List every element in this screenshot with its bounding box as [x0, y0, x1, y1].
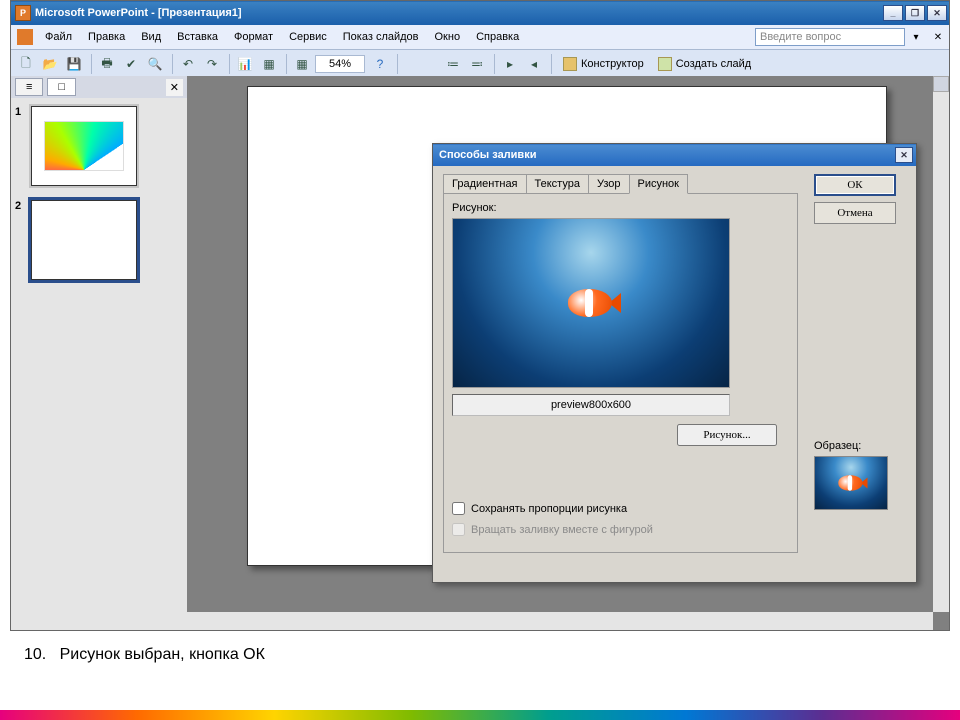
keep-aspect-label: Сохранять пропорции рисунка: [471, 503, 627, 515]
undo-icon[interactable]: ↶: [177, 53, 199, 75]
ok-button[interactable]: ОК: [814, 174, 896, 196]
rotate-with-shape-label: Вращать заливку вместе с фигурой: [471, 524, 653, 536]
slide-thumbnail[interactable]: 2: [19, 200, 179, 280]
help-question-box[interactable]: Введите вопрос: [755, 28, 905, 46]
caption-number: 10.: [24, 646, 46, 663]
slide-number: 1: [15, 106, 27, 118]
increase-indent-icon[interactable]: ▸: [499, 53, 521, 75]
window-close-button[interactable]: ✕: [927, 5, 947, 21]
slide-thumbnail[interactable]: 1: [19, 106, 179, 186]
tab-pattern[interactable]: Узор: [588, 174, 630, 194]
menu-edit[interactable]: Правка: [80, 28, 133, 46]
print-icon[interactable]: 🖶: [96, 53, 118, 75]
fill-effects-dialog: Способы заливки ✕ Градиентная Текстура У…: [432, 143, 917, 583]
designer-button[interactable]: Конструктор: [556, 53, 651, 75]
grid-icon[interactable]: ▦: [291, 53, 313, 75]
dialog-title-bar[interactable]: Способы заливки ✕: [433, 144, 916, 166]
menu-slideshow[interactable]: Показ слайдов: [335, 28, 427, 46]
menu-tools[interactable]: Сервис: [281, 28, 335, 46]
bullets-icon[interactable]: ≔: [442, 53, 464, 75]
research-icon[interactable]: 🔍: [144, 53, 166, 75]
doc-name: [Презентация1]: [158, 7, 242, 19]
select-picture-button[interactable]: Рисунок...: [677, 424, 777, 446]
bottom-accent-bar: [0, 710, 960, 720]
caption-text: Рисунок выбран, кнопка ОК: [60, 646, 265, 663]
title-bar: P Microsoft PowerPoint - [Презентация1] …: [11, 1, 949, 25]
sample-preview: [814, 456, 888, 510]
clownfish-icon: [561, 285, 621, 321]
menu-file[interactable]: Файл: [37, 28, 80, 46]
picture-preview: [452, 218, 730, 388]
keep-aspect-input[interactable]: [452, 502, 465, 515]
rotate-with-shape-input: [452, 523, 465, 536]
dialog-tabs: Градиентная Текстура Узор Рисунок: [443, 174, 693, 194]
picture-filename: preview800x600: [452, 394, 730, 416]
standard-toolbar: 🗋 📂 💾 🖶 ✔ 🔍 ↶ ↷ 📊 ▦ ▦ 54% ? ≔ ≕ ▸ ◂ Конс…: [11, 49, 949, 79]
pane-close-button[interactable]: ✕: [166, 79, 183, 96]
slides-tab[interactable]: □: [47, 78, 76, 96]
numbering-icon[interactable]: ≕: [466, 53, 488, 75]
cancel-button[interactable]: Отмена: [814, 202, 896, 224]
tab-gradient[interactable]: Градиентная: [443, 174, 527, 194]
horizontal-scrollbar[interactable]: [187, 612, 933, 630]
designer-icon: [563, 57, 577, 71]
window-minimize-button[interactable]: _: [883, 5, 903, 21]
doc-close-button[interactable]: ✕: [931, 32, 945, 43]
sample-label: Образец:: [814, 440, 904, 452]
powerpoint-icon: P: [15, 5, 31, 21]
spellcheck-icon[interactable]: ✔: [120, 53, 142, 75]
decrease-indent-icon[interactable]: ◂: [523, 53, 545, 75]
vertical-scrollbar[interactable]: [933, 76, 949, 612]
chart-icon[interactable]: 📊: [234, 53, 256, 75]
menu-format[interactable]: Формат: [226, 28, 281, 46]
menu-help[interactable]: Справка: [468, 28, 527, 46]
dialog-title: Способы заливки: [439, 149, 536, 161]
instruction-caption: 10. Рисунок выбран, кнопка ОК: [24, 646, 265, 664]
menu-insert[interactable]: Вставка: [169, 28, 226, 46]
scroll-up-icon[interactable]: [933, 76, 949, 92]
outline-tab[interactable]: ≡: [15, 78, 43, 96]
rotate-with-shape-checkbox: Вращать заливку вместе с фигурой: [452, 523, 789, 536]
new-slide-button[interactable]: Создать слайд: [651, 53, 758, 75]
open-icon[interactable]: 📂: [39, 53, 61, 75]
new-slide-icon: [658, 57, 672, 71]
question-dropdown-icon[interactable]: ▾: [909, 32, 923, 43]
menu-window[interactable]: Окно: [427, 28, 469, 46]
slides-pane: ≡ □ ✕ 1 2: [11, 76, 187, 630]
tab-panel-picture: Рисунок: preview800x600 Рисунок... Сохра…: [443, 193, 798, 553]
keep-aspect-checkbox[interactable]: Сохранять пропорции рисунка: [452, 502, 789, 515]
new-doc-icon[interactable]: 🗋: [15, 53, 37, 75]
redo-icon[interactable]: ↷: [201, 53, 223, 75]
picture-label: Рисунок:: [452, 202, 789, 214]
zoom-combo[interactable]: 54%: [315, 55, 365, 73]
window-restore-button[interactable]: ❐: [905, 5, 925, 21]
table-icon[interactable]: ▦: [258, 53, 280, 75]
doc-icon: [17, 29, 33, 45]
tab-texture[interactable]: Текстура: [526, 174, 589, 194]
menu-bar: Файл Правка Вид Вставка Формат Сервис По…: [11, 25, 949, 49]
dialog-close-button[interactable]: ✕: [895, 147, 913, 163]
save-icon[interactable]: 💾: [63, 53, 85, 75]
tab-picture[interactable]: Рисунок: [629, 174, 689, 194]
menu-view[interactable]: Вид: [133, 28, 169, 46]
app-name: Microsoft PowerPoint: [35, 7, 148, 19]
slide-number: 2: [15, 200, 27, 212]
slide-content-icon: [44, 121, 124, 171]
help-icon[interactable]: ?: [369, 53, 391, 75]
